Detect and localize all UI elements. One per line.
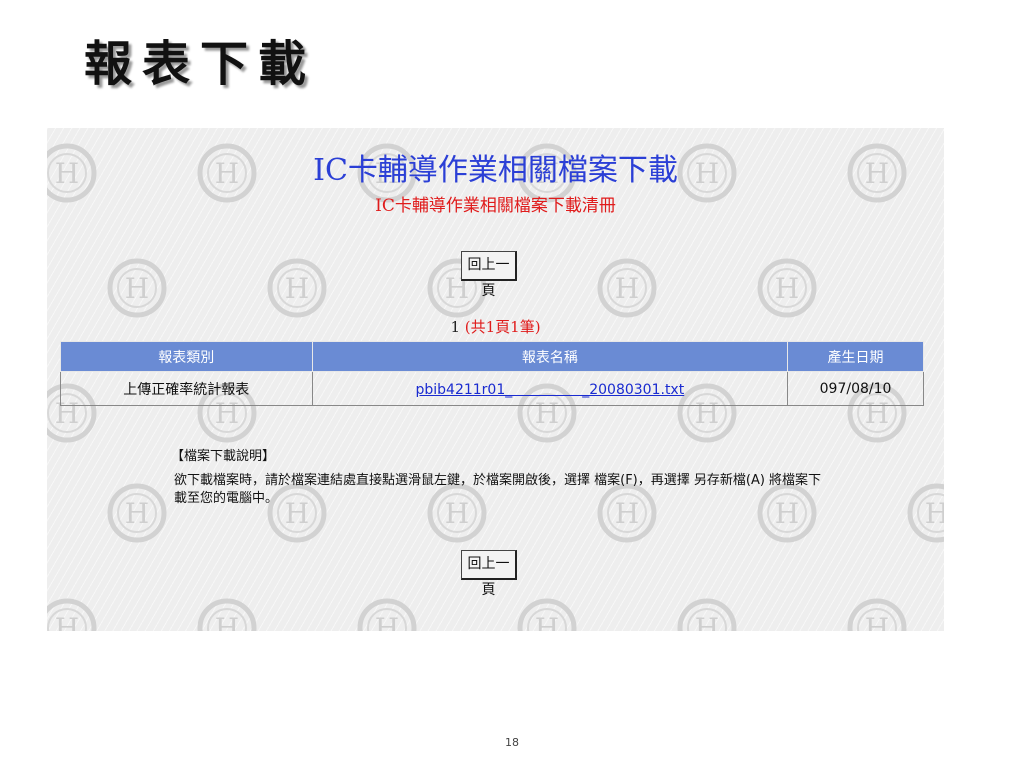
column-header-report-name: 報表名稱 [311, 341, 789, 372]
page-subheading: IC卡輔導作業相關檔案下載清冊 [375, 196, 616, 216]
report-table: 報表類別 報表名稱 產生日期 上傳正確率統計報表 pbib4211r01_ _2… [60, 341, 924, 406]
column-header-category: 報表類別 [60, 341, 313, 372]
table-header-row: 報表類別 報表名稱 產生日期 [60, 341, 924, 372]
pager-summary: (共1頁1筆) [464, 318, 541, 336]
cell-category: 上傳正確率統計報表 [60, 371, 313, 406]
screenshot-panel: H IC卡輔導作業相關檔案下載 IC卡輔導作業相關檔案下載清冊 回上一頁 1 (… [47, 128, 944, 631]
cell-report-name: pbib4211r01_ _20080301.txt [311, 371, 789, 406]
pager-page: 1 [450, 318, 460, 336]
page-heading: IC卡輔導作業相關檔案下載 [313, 153, 678, 188]
pager: 1 (共1頁1筆) [47, 316, 944, 337]
slide-page-number: 18 [505, 736, 519, 749]
column-header-date: 產生日期 [787, 341, 924, 372]
download-note-title: 【檔案下載說明】 [171, 449, 276, 464]
slide-title: 報表下載 [84, 36, 317, 92]
back-button-top[interactable]: 回上一頁 [461, 251, 517, 299]
back-button-bottom[interactable]: 回上一頁 [461, 550, 517, 598]
report-file-link[interactable]: pbib4211r01_ _20080301.txt [415, 382, 684, 398]
cell-date: 097/08/10 [787, 371, 924, 406]
download-note-body: 欲下載檔案時，請於檔案連結處直接點選滑鼠左鍵，於檔案開啟後，選擇 檔案(F)，再… [174, 473, 822, 506]
table-row: 上傳正確率統計報表 pbib4211r01_ _20080301.txt 097… [60, 371, 924, 406]
